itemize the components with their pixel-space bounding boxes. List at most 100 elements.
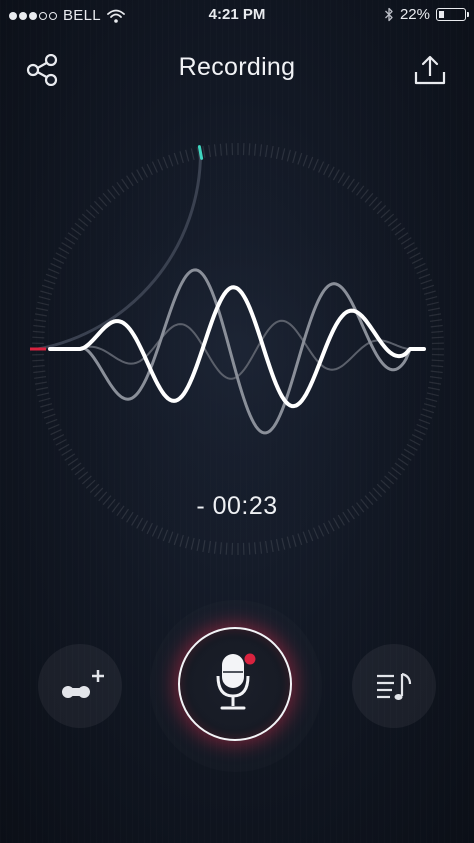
ring-tick <box>52 434 65 441</box>
ring-tick <box>259 541 263 554</box>
ring-tick <box>394 227 406 236</box>
ring-tick <box>281 537 286 550</box>
ring-tick <box>35 307 49 312</box>
ring-tick <box>318 161 325 173</box>
ring-tick <box>41 408 54 414</box>
ring-tick <box>32 336 45 339</box>
ring-tick <box>427 386 441 391</box>
ring-tick <box>431 336 444 339</box>
ring-tick <box>356 185 365 196</box>
ring-tick <box>213 144 217 157</box>
ring-tick <box>45 273 58 280</box>
ring-tick <box>179 534 184 547</box>
ring-tick <box>259 144 263 157</box>
add-track-icon <box>62 670 104 698</box>
ring-tick <box>93 200 104 211</box>
ring-tick <box>37 392 50 397</box>
battery-level-fill <box>439 11 444 18</box>
ring-tick <box>78 218 89 227</box>
ring-tick <box>41 284 54 290</box>
ring-tick <box>418 418 431 425</box>
ring-tick <box>35 386 49 391</box>
ring-tick <box>275 146 280 160</box>
record-button[interactable] <box>178 627 292 741</box>
ring-tick <box>141 166 149 178</box>
ring-tick <box>157 158 164 171</box>
ring-tick <box>376 204 387 215</box>
ring-tick <box>179 151 184 164</box>
ring-tick <box>111 185 120 196</box>
ring-tick <box>219 542 222 555</box>
status-bar: BELL 4:21 PM 22% <box>0 0 474 30</box>
ring-tick <box>38 296 51 301</box>
ring-tick <box>74 467 85 476</box>
ring-tick <box>146 163 153 176</box>
ring-tick <box>67 232 79 240</box>
ring-tick <box>64 237 76 245</box>
ring-tick <box>337 172 345 184</box>
ring-tick <box>61 448 73 456</box>
ring-tick <box>418 273 431 280</box>
ring-tick <box>85 479 96 489</box>
ring-tick <box>431 330 444 333</box>
ring-tick <box>162 529 169 542</box>
ring-tick <box>81 475 92 485</box>
ring-tick <box>429 381 442 385</box>
ring-tick <box>37 301 50 306</box>
ring-tick <box>364 192 374 203</box>
ring-tick <box>292 534 297 547</box>
ring-tick <box>34 319 47 322</box>
ring-tick <box>47 268 60 275</box>
upload-button[interactable] <box>408 50 452 90</box>
ring-tick <box>312 158 319 171</box>
upload-icon <box>414 55 446 85</box>
ring-tick <box>102 192 112 203</box>
ring-tick <box>248 143 251 156</box>
ring-tick <box>190 537 195 550</box>
ring-tick <box>397 458 409 466</box>
ring-tick <box>190 148 195 161</box>
ring-tick <box>414 262 426 269</box>
ring-tick <box>34 381 47 385</box>
ring-tick <box>131 172 139 184</box>
battery-percent: 22% <box>399 6 430 23</box>
ring-tick <box>78 471 89 480</box>
ring-tick <box>81 213 92 223</box>
ring-tick <box>391 467 402 476</box>
ring-tick <box>406 247 418 255</box>
ring-tick <box>403 448 415 456</box>
ring-tick <box>297 152 303 165</box>
add-track-button[interactable] <box>38 644 122 728</box>
ring-tick <box>254 542 257 555</box>
playlist-button[interactable] <box>352 644 436 728</box>
ring-tick <box>411 434 424 441</box>
ring-tick <box>332 169 340 181</box>
ring-tick <box>411 257 424 264</box>
ring-tick <box>397 232 409 240</box>
ring-tick <box>70 462 82 471</box>
ring-tick <box>265 145 268 158</box>
ring-tick <box>173 533 179 546</box>
ring-tick <box>427 307 441 312</box>
ring-tick <box>342 175 350 187</box>
ring-tick <box>327 520 335 532</box>
ring-tick <box>281 148 286 161</box>
ring-tick <box>347 178 355 190</box>
ring-tick <box>185 149 190 162</box>
ring-tick <box>292 151 297 164</box>
ring-tick <box>208 145 211 158</box>
ring-tick <box>400 453 412 461</box>
ring-tick <box>85 209 96 219</box>
ring-tick <box>387 471 398 480</box>
ring-tick <box>420 413 433 419</box>
ring-tick <box>185 536 190 549</box>
battery-icon <box>436 8 469 21</box>
ring-tick <box>275 538 280 552</box>
ring-tick <box>429 376 442 379</box>
ring-tick <box>265 540 268 553</box>
ring-tick <box>126 175 134 187</box>
ring-tick <box>40 403 53 408</box>
ring-tick <box>323 522 330 535</box>
ring-tick <box>297 533 303 546</box>
ring-tick <box>136 169 144 181</box>
